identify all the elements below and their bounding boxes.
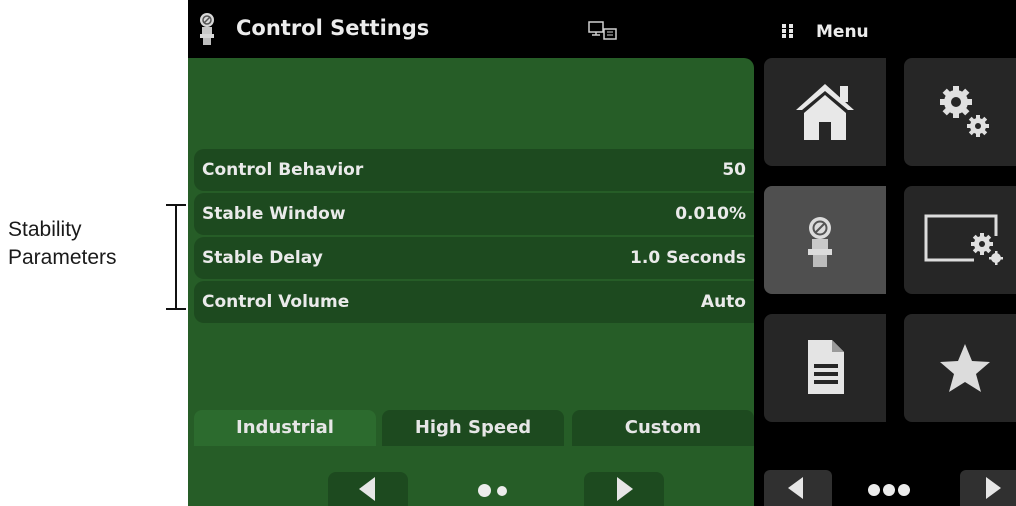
setting-label: Stable Window: [202, 204, 346, 224]
menu-next-button[interactable]: [960, 470, 1016, 506]
menu-page-indicator: [868, 484, 910, 496]
annotation-bracket: [166, 204, 188, 310]
page-title: Control Settings: [236, 16, 430, 40]
regulator-icon: [200, 13, 214, 45]
device-screen: Control Settings Menu Control Behavior 5…: [188, 0, 1016, 506]
menu-label[interactable]: Menu: [816, 22, 869, 42]
top-bar: Control Settings Menu: [188, 0, 1016, 56]
setting-value: 1.0 Seconds: [630, 248, 746, 268]
setting-label: Control Behavior: [202, 160, 364, 180]
mode-button-industrial[interactable]: Industrial: [194, 410, 376, 446]
page-dot: [898, 484, 910, 496]
menu-tile-display-settings[interactable]: [904, 186, 1016, 294]
page-dot-current: [478, 484, 491, 497]
setting-label: Stable Delay: [202, 248, 323, 268]
stability-parameters-annotation: Stability Parameters: [8, 216, 168, 272]
mode-button-custom[interactable]: Custom: [572, 410, 754, 446]
menu-tile-favorites[interactable]: [904, 314, 1016, 422]
setting-value: 0.010%: [675, 204, 746, 224]
panel-page-indicator: [478, 484, 507, 497]
document-icon: [808, 340, 844, 394]
mode-button-high-speed[interactable]: High Speed: [382, 410, 564, 446]
menu-tile-settings[interactable]: [904, 58, 1016, 166]
arrow-right-icon: [617, 477, 633, 501]
arrow-left-icon: [359, 477, 375, 501]
setting-row-stable-window[interactable]: Stable Window 0.010%: [194, 193, 754, 235]
remote-display-icon[interactable]: [588, 20, 618, 42]
menu-tile-documents[interactable]: [764, 314, 886, 422]
page-dot-current: [868, 484, 880, 496]
page-dot: [883, 484, 895, 496]
control-settings-panel: Control Behavior 50 Stable Window 0.010%…: [188, 58, 754, 506]
setting-value: Auto: [700, 292, 746, 312]
grid-dots-icon[interactable]: [782, 24, 796, 38]
menu-prev-button[interactable]: [764, 470, 832, 506]
home-icon: [796, 84, 854, 140]
setting-row-control-volume[interactable]: Control Volume Auto: [194, 281, 754, 323]
setting-label: Control Volume: [202, 292, 350, 312]
arrow-right-icon: [986, 477, 1001, 499]
setting-row-stable-delay[interactable]: Stable Delay 1.0 Seconds: [194, 237, 754, 279]
setting-value: 50: [722, 160, 746, 180]
menu-tile-control[interactable]: [764, 186, 886, 294]
panel-prev-button[interactable]: [328, 472, 408, 506]
panel-next-button[interactable]: [584, 472, 664, 506]
annotation-line-1: Stability: [8, 218, 82, 241]
star-icon: [940, 344, 990, 392]
menu-tile-home[interactable]: [764, 58, 886, 166]
page-dot: [497, 486, 507, 496]
arrow-left-icon: [788, 477, 803, 499]
annotation-line-2: Parameters: [8, 246, 117, 269]
regulator-icon: [808, 217, 832, 267]
settings-gears-icon: [940, 86, 989, 137]
display-settings-icon: [924, 214, 1004, 266]
setting-row-control-behavior[interactable]: Control Behavior 50: [194, 149, 754, 191]
